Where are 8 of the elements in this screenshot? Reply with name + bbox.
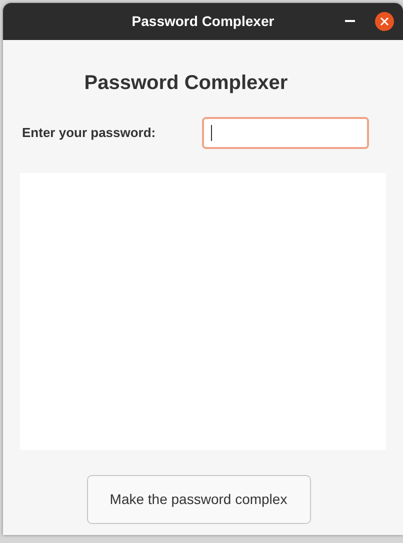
- close-icon: [380, 17, 389, 26]
- heading: Password Complexer: [84, 71, 288, 96]
- complex-button[interactable]: Make the password complex: [86, 475, 310, 524]
- password-field[interactable]: [202, 117, 369, 149]
- minimize-button[interactable]: [345, 20, 355, 22]
- close-button[interactable]: [375, 12, 394, 31]
- window-title: Password Complexer: [132, 12, 274, 31]
- password-label: Enter your password:: [22, 124, 157, 142]
